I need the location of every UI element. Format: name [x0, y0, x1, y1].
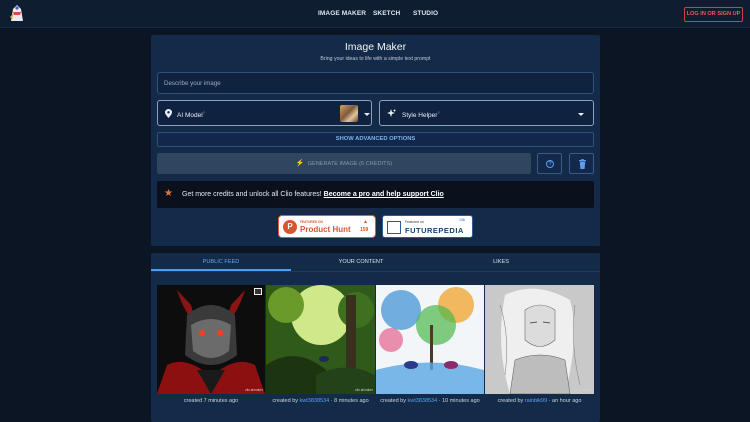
become-pro-link[interactable]: Become a pro and help support Clio	[324, 191, 444, 198]
futurepedia-logo-icon	[387, 221, 401, 234]
nav-image-maker[interactable]: IMAGE MAKER	[318, 10, 366, 17]
feed-panel: PUBLIC FEED YOUR CONTENT LIKES clio.ai/m…	[151, 253, 600, 422]
creator-link[interactable]: kwt3838534	[300, 398, 330, 404]
trash-icon	[579, 159, 586, 169]
feed-caption-3: created by kwt3838534 · 10 minutes ago	[380, 398, 480, 404]
upvote-arrow-icon: ▲	[363, 219, 368, 225]
star-icon: ★	[164, 188, 173, 199]
top-bar: IMAGE MAKER SKETCH STUDIO LOG IN OR SIGN…	[0, 0, 750, 28]
model-thumbnail	[340, 105, 358, 122]
lightning-icon: ⚡	[295, 160, 305, 167]
generate-image-button[interactable]: ⚡ GENERATE IMAGE (6 CREDITS)	[157, 153, 531, 174]
feed-image-4[interactable]: clio.ai/maker	[485, 285, 594, 394]
feed-image-1[interactable]: clio.ai/maker	[157, 285, 265, 394]
prompt-input[interactable]: Describe your image	[157, 72, 594, 94]
tab-likes[interactable]: LIKES	[431, 253, 571, 271]
ph-upvote-count: 159	[360, 227, 369, 233]
style-helper-label: Style Helper	[402, 112, 438, 120]
page-title: Image Maker	[344, 41, 407, 53]
chevron-down-icon	[364, 113, 370, 116]
demon-portrait	[157, 285, 265, 394]
location-pin-icon	[165, 109, 172, 118]
generate-label: GENERATE IMAGE (6 CREDITS)	[307, 161, 393, 167]
image-maker-card: Image Maker Bring your ideas to life wit…	[151, 35, 600, 246]
feed-caption-2: created by kwt3838534 · 8 minutes ago	[272, 398, 369, 404]
tab-public-feed[interactable]: PUBLIC FEED	[151, 253, 291, 271]
futurepedia-badge[interactable]: Featured on FUTUREPEDIA 136	[382, 215, 473, 238]
creator-link[interactable]: rainbik99	[525, 398, 547, 404]
style-helper-select[interactable]: Style Helper?	[379, 100, 594, 126]
tab-your-content[interactable]: YOUR CONTENT	[291, 253, 431, 271]
nav-sketch[interactable]: SKETCH	[373, 10, 400, 17]
ph-featured-text: FEATURED ON	[300, 220, 323, 224]
sparkle-icon	[387, 109, 396, 117]
feed-caption-4: created by rainbik99 · an hour ago	[497, 398, 582, 404]
upgrade-banner: ★ Get more credits and unlock all Clio f…	[157, 181, 594, 208]
help-button[interactable]: ?	[537, 153, 562, 174]
nav-studio[interactable]: STUDIO	[413, 10, 438, 17]
feed-image-2[interactable]: clio.ai/maker	[266, 285, 375, 394]
delete-button[interactable]	[569, 153, 594, 174]
prompt-placeholder: Describe your image	[164, 80, 221, 87]
creator-link[interactable]: kwt3838534	[408, 398, 438, 404]
ai-model-help-mark[interactable]: ?	[203, 110, 205, 115]
show-advanced-options-button[interactable]: SHOW ADVANCED OPTIONS	[157, 132, 594, 147]
product-hunt-logo-icon: P	[283, 220, 297, 234]
watermark: clio.ai/maker	[574, 388, 592, 392]
feed-caption-1: created 7 minutes ago	[183, 398, 239, 404]
watermark: clio.ai/maker	[355, 388, 373, 392]
fp-name: FUTUREPEDIA	[405, 226, 464, 235]
forest-bird-image	[266, 285, 375, 394]
feed-image-3[interactable]	[376, 285, 484, 394]
ai-model-label: AI Model	[177, 112, 203, 120]
page-subtitle: Bring your ideas to life with a simple t…	[320, 56, 431, 62]
product-hunt-badge[interactable]: P FEATURED ON Product Hunt ▲ 159	[278, 215, 376, 238]
ph-name: Product Hunt	[300, 225, 351, 234]
banner-text: Get more credits and unlock all Clio fea…	[182, 191, 322, 198]
watermark: clio.ai/maker	[245, 388, 263, 392]
clio-logo-icon[interactable]	[8, 3, 26, 23]
fp-count: 136	[459, 218, 465, 222]
watercolor-birds-image	[376, 285, 484, 394]
ai-model-select[interactable]: AI Model?	[157, 100, 372, 126]
chevron-down-icon	[578, 113, 584, 116]
gallery-icon	[254, 288, 262, 295]
fp-featured-text: Featured on	[405, 220, 424, 224]
sketch-portrait-image	[485, 285, 594, 394]
style-helper-help-mark[interactable]: ?	[437, 110, 439, 115]
login-signup-button[interactable]: LOG IN OR SIGN UP	[684, 7, 743, 22]
question-icon: ?	[546, 160, 554, 168]
